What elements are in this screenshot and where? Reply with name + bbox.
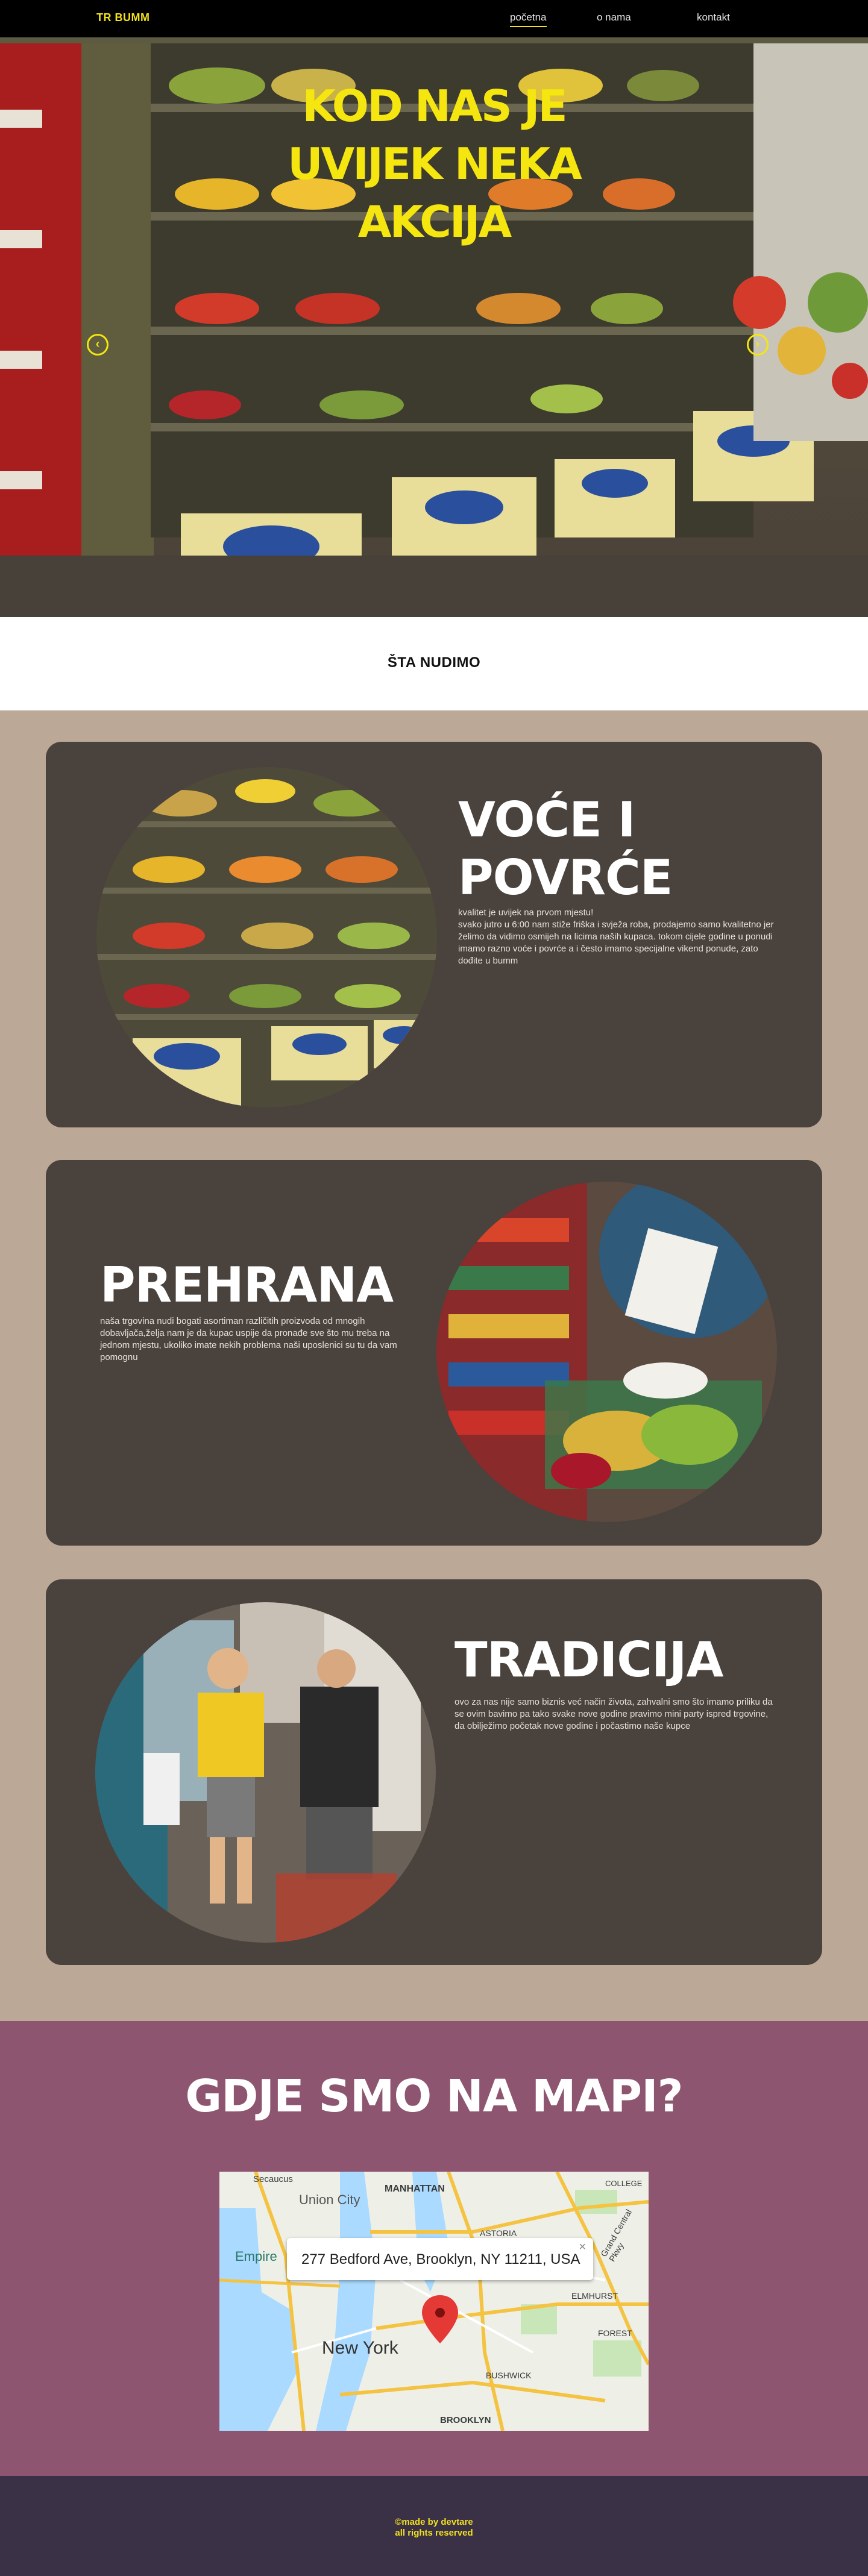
map-tiles (219, 2172, 649, 2431)
offer-heading-section: ŠTA NUDIMO (0, 617, 868, 710)
card-title-groceries: PREHRANA (100, 1256, 394, 1314)
arrow-right-circle-icon[interactable]: › (747, 334, 769, 356)
nav-link-pocetna[interactable]: početna (510, 11, 547, 27)
map-section: GDJE SMO NA MAPI? Secaucus Union City MA… (0, 2021, 868, 2476)
card-title-line-1: VOĆE I (458, 792, 636, 848)
nav-link-o-nama[interactable]: o nama (597, 11, 631, 24)
close-icon[interactable]: × (579, 2240, 586, 2254)
map-label-bushwick: BUSHWICK (486, 2371, 532, 2380)
hero-title-line-1: KOD NAS JE (302, 81, 567, 131)
map-label-empire: Empire (235, 2249, 277, 2264)
offer-card-fruit-vegetables: VOĆE I POVRĆE kvalitet je uvijek na prvo… (46, 742, 822, 1127)
map-label-college: COLLEGE (605, 2179, 643, 2188)
card-title-line-1: TRADICIJA (454, 1632, 723, 1688)
fruit-vegetables-image (96, 767, 437, 1108)
offer-card-groceries: PREHRANA naša trgovina nudi bogati asort… (46, 1160, 822, 1546)
card-text-fruit-vegetables: kvalitet je uvijek na prvom mjestu! svak… (458, 907, 774, 966)
tradition-image (95, 1602, 436, 1943)
arrow-left-circle-icon[interactable]: ‹ (87, 334, 108, 356)
card-title-line-2: POVRĆE (458, 850, 673, 906)
nav-link-kontakt[interactable]: kontakt (697, 11, 730, 24)
groceries-image (436, 1182, 777, 1522)
offers-section: VOĆE I POVRĆE kvalitet je uvijek na prvo… (0, 710, 868, 2021)
map-label-forest: FOREST (598, 2328, 632, 2338)
footer-rights: all rights reserved (395, 2528, 473, 2538)
offer-card-tradition: TRADICIJA ovo za nas nije samo biznis ve… (46, 1579, 822, 1965)
map-label-astoria: ASTORIA (480, 2228, 517, 2238)
card-title-tradition: TRADICIJA (454, 1631, 723, 1689)
map-address: 277 Bedford Ave, Brooklyn, NY 11211, USA (301, 2251, 580, 2267)
map-address-popup: 277 Bedford Ave, Brooklyn, NY 11211, USA… (287, 2238, 593, 2280)
map-label-new-york: New York (322, 2338, 398, 2358)
offer-heading: ŠTA NUDIMO (387, 654, 481, 671)
hero-carousel: KOD NAS JE UVIJEK NEKA AKCIJA ‹ › (0, 37, 868, 617)
card-text-groceries: naša trgovina nudi bogati asortiman razl… (100, 1316, 397, 1362)
map-label-secaucus: Secaucus (253, 2174, 293, 2184)
map-heading: GDJE SMO NA MAPI? (185, 2070, 683, 2122)
card-title-line-1: PREHRANA (100, 1257, 394, 1313)
brand-logo[interactable]: TR BUMM (96, 11, 149, 24)
map-label-manhattan: MANHATTAN (385, 2184, 445, 2194)
map-label-elmhurst: ELMHURST (571, 2291, 618, 2301)
google-map[interactable]: Secaucus Union City MANHATTAN COLLEGE AS… (219, 2172, 649, 2431)
card-title-fruit-vegetables: VOĆE I POVRĆE (458, 791, 673, 907)
map-label-union-city: Union City (299, 2192, 360, 2207)
hero-title-line-3: AKCIJA (357, 196, 512, 247)
map-label-brooklyn: BROOKLYN (440, 2415, 491, 2425)
top-navbar: TR BUMM početna o nama kontakt (0, 0, 868, 37)
card-text-tradition: ovo za nas nije samo biznis već način ži… (454, 1697, 773, 1731)
hero-title: KOD NAS JE UVIJEK NEKA AKCIJA (253, 77, 615, 251)
hero-title-line-2: UVIJEK NEKA (288, 139, 582, 189)
footer-credit: ©made by devtare (395, 2517, 473, 2527)
footer: ©made by devtare all rights reserved (0, 2476, 868, 2576)
